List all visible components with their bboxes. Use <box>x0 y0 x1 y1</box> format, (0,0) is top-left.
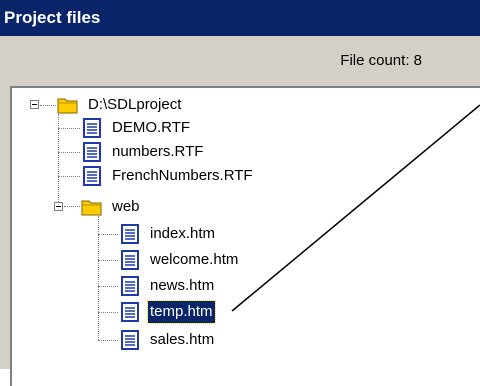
collapse-icon[interactable] <box>54 202 63 211</box>
folder-icon <box>81 200 102 216</box>
collapse-icon[interactable] <box>30 100 39 109</box>
tree-line <box>98 234 118 235</box>
project-tree[interactable]: D:\SDLproject DEMO.RTF numbers.RTF Frenc… <box>10 86 480 386</box>
tree-line <box>98 312 118 313</box>
document-icon <box>83 166 101 186</box>
document-icon <box>83 142 101 162</box>
tree-node-label: sales.htm <box>150 331 215 348</box>
document-icon <box>121 330 139 350</box>
tree-line <box>64 206 80 207</box>
tree-node-label: web <box>112 198 140 215</box>
tree-node-label: FrenchNumbers.RTF <box>112 167 253 184</box>
tree-node-label: index.htm <box>150 225 216 242</box>
tree-line <box>98 340 118 341</box>
tree-node-label: news.htm <box>150 277 215 294</box>
tree-line <box>58 152 80 153</box>
document-icon <box>121 302 139 322</box>
tree-node-label: numbers.RTF <box>112 143 204 160</box>
folder-icon <box>57 98 78 114</box>
document-icon <box>121 250 139 270</box>
document-icon <box>83 118 101 138</box>
document-icon <box>121 276 139 296</box>
tree-line <box>98 286 118 287</box>
document-icon <box>121 224 139 244</box>
file-count: File count: 8 <box>340 52 422 69</box>
tree-node-label: welcome.htm <box>150 251 239 268</box>
tree-node-label: temp.htm <box>147 300 216 324</box>
tree-line <box>58 128 80 129</box>
panel-title: Project files <box>0 0 480 36</box>
tree-line <box>58 176 80 177</box>
tree-node-label: D:\SDLproject <box>88 96 182 113</box>
tree-node-label: DEMO.RTF <box>112 119 191 136</box>
tree-line <box>40 105 56 106</box>
project-files-panel: Project files File count: 8 D:\SDLprojec… <box>0 0 480 386</box>
tree-line <box>98 260 118 261</box>
